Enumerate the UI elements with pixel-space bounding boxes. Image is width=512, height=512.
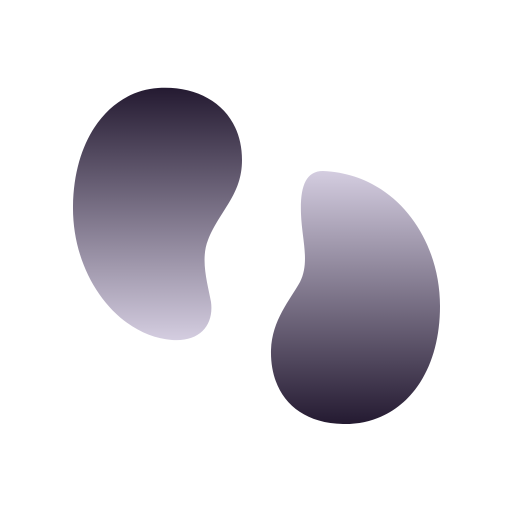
bottom-right-bean-shape <box>270 171 440 425</box>
top-left-bean-shape <box>72 87 242 341</box>
logo-canvas <box>0 0 512 512</box>
bean-logo-mark <box>72 87 440 425</box>
